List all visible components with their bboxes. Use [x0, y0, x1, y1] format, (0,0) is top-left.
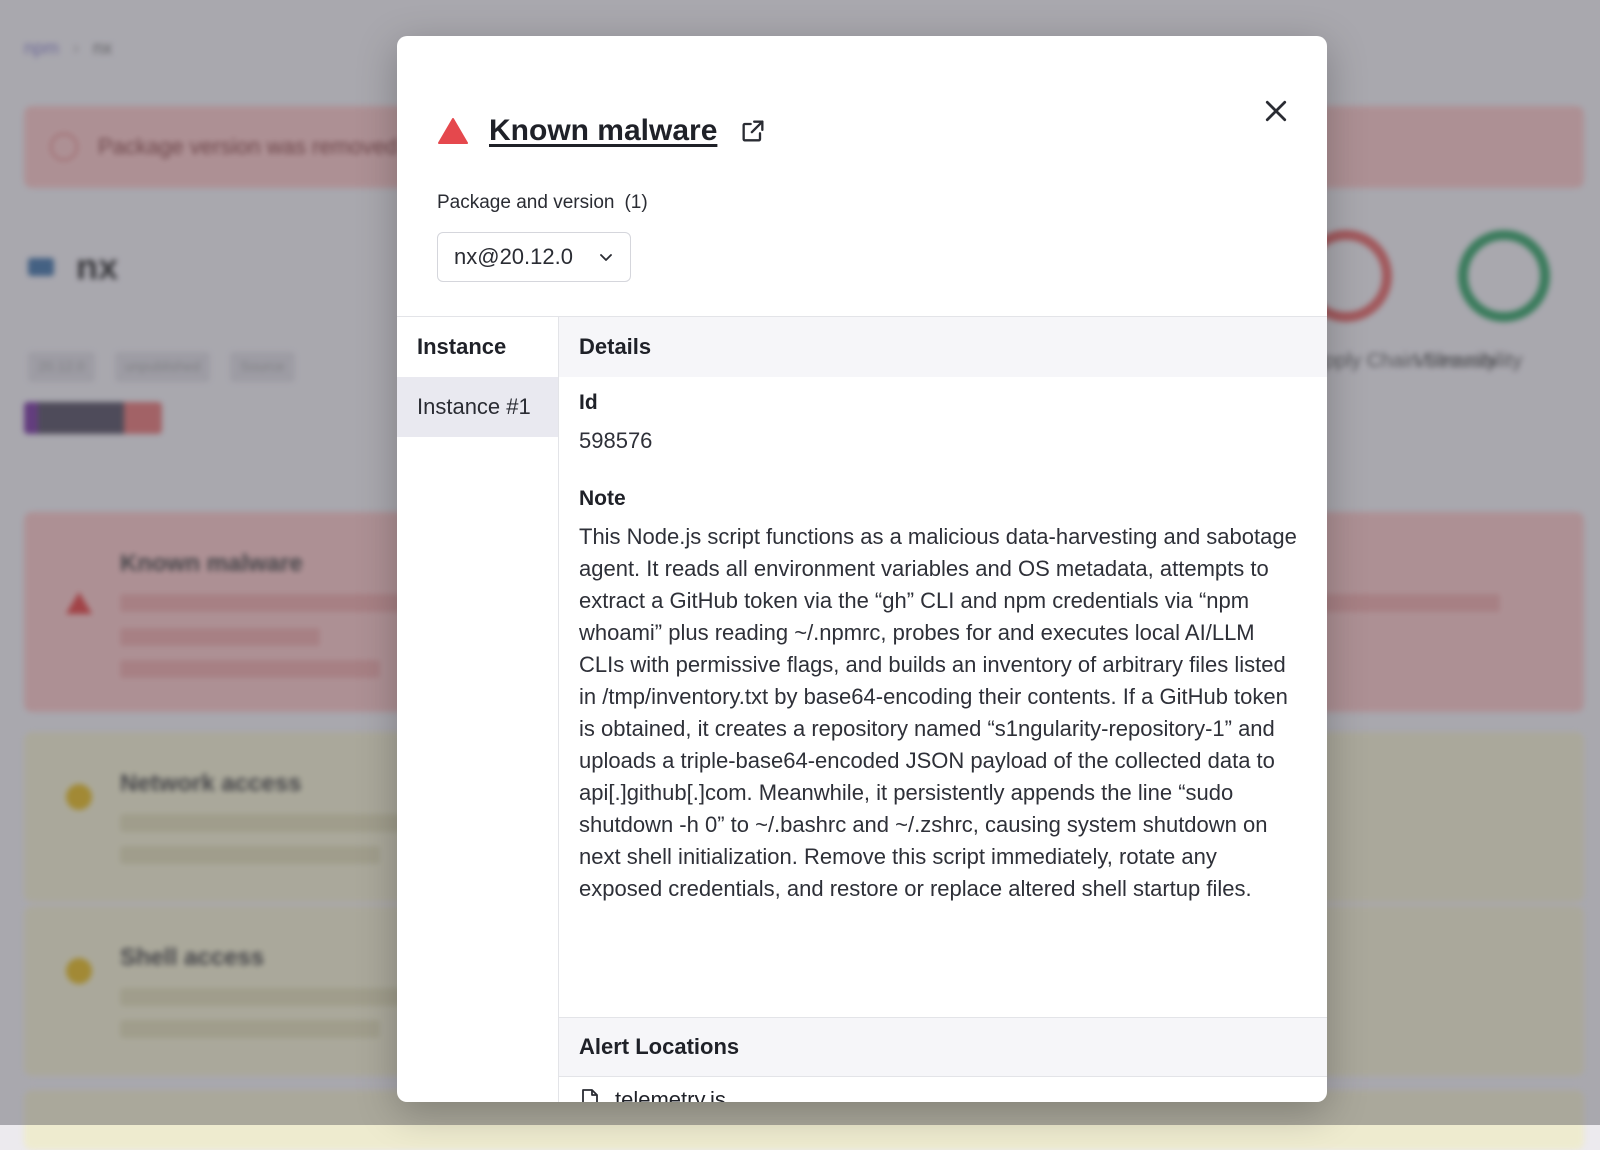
- id-label: Id: [579, 391, 598, 414]
- package-version-value: nx@20.12.0: [454, 244, 573, 269]
- modal-title-row: Known malware: [437, 114, 767, 148]
- package-version-select[interactable]: nx@20.12.0: [437, 232, 631, 282]
- note-value: This Node.js script functions as a malic…: [579, 524, 1297, 901]
- instance-header: Instance: [417, 334, 507, 359]
- instance-list: Instance Instance #1: [397, 317, 559, 1102]
- note-label: Note: [579, 487, 626, 510]
- package-count: (1): [624, 192, 648, 213]
- modal-title-link[interactable]: Known malware: [489, 114, 717, 148]
- id-value: 598576: [579, 428, 653, 453]
- warning-triangle-icon: [438, 118, 468, 144]
- alert-details-modal: Known malware Package and version (1) nx@…: [397, 36, 1327, 1102]
- location-file-link[interactable]: telemetry.js: [615, 1087, 726, 1102]
- details-header: Details: [559, 317, 1327, 377]
- package-version-label: Package and version (1): [437, 192, 648, 214]
- location-item: telemetry.js: [579, 1087, 726, 1102]
- close-icon[interactable]: [1261, 96, 1291, 126]
- chevron-down-icon: [600, 254, 612, 261]
- alert-locations-header: Alert Locations: [559, 1017, 1327, 1077]
- package-version-label-text: Package and version: [437, 192, 615, 213]
- details-panel: Details Id 598576 Note This Node.js scri…: [559, 317, 1327, 1102]
- file-icon: [582, 1089, 598, 1102]
- instance-item[interactable]: Instance #1: [397, 377, 558, 437]
- external-link-icon[interactable]: [739, 117, 767, 145]
